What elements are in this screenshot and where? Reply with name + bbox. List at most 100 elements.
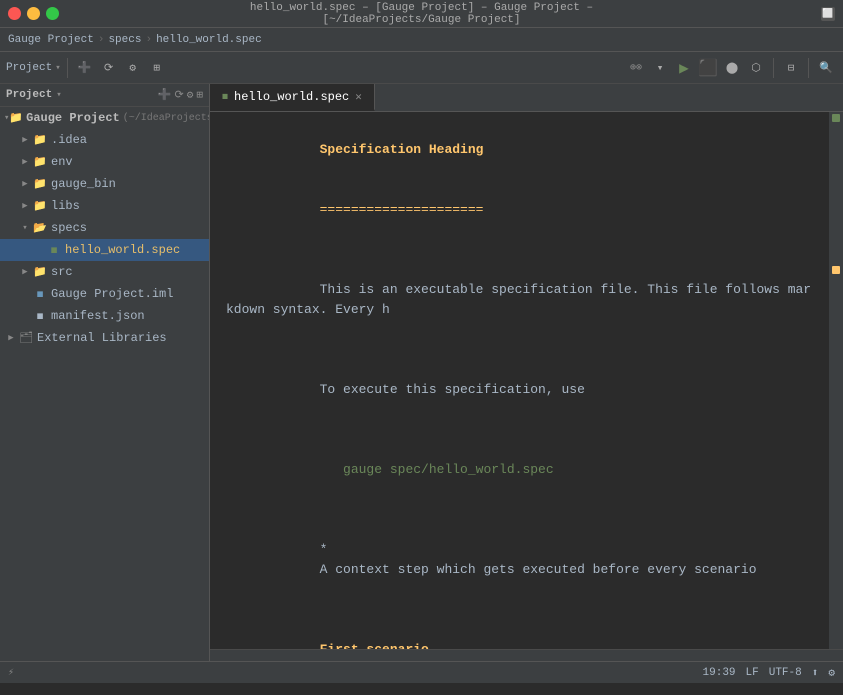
sidebar-item-manifest-json[interactable]: ▶ ◼ manifest.json	[0, 305, 209, 327]
status-encoding: UTF-8	[769, 667, 802, 679]
sidebar-item-idea[interactable]: ▶ 📁 .idea	[0, 129, 209, 151]
folder-icon-src: 📁	[32, 264, 48, 280]
editor-line-12: First scenario	[210, 620, 829, 649]
sidebar-item-specs[interactable]: ▾ 📂 specs	[0, 217, 209, 239]
add-icon[interactable]: ➕	[74, 57, 96, 79]
folder-icon-gauge-bin: 📁	[32, 176, 48, 192]
breadcrumb: Gauge Project › specs › hello_world.spec	[0, 28, 843, 52]
coverage-button[interactable]: ⬤	[721, 57, 743, 79]
run-button[interactable]: ▶	[673, 57, 695, 79]
breadcrumb-file[interactable]: hello_world.spec	[156, 34, 262, 46]
editor-line-4: This is an executable specification file…	[210, 260, 829, 340]
toolbar-project-label: Project ▾	[6, 62, 61, 74]
iml-file-icon: ◼	[32, 286, 48, 302]
close-button[interactable]	[8, 7, 21, 20]
chevron-down-icon[interactable]: ▾	[55, 63, 60, 73]
window-resize-btn[interactable]: ⬜	[821, 7, 835, 21]
sidebar-add-icon[interactable]: ➕	[158, 88, 172, 102]
status-bar: ⚡ 19:39 LF UTF-8 ⬆ ⚙	[0, 661, 843, 683]
breadcrumb-project[interactable]: Gauge Project	[8, 34, 94, 46]
tab-close-button[interactable]: ✕	[355, 90, 362, 104]
line-text-9	[210, 500, 829, 520]
expand-arrow-idea: ▶	[18, 133, 32, 147]
dropdown-icon[interactable]: ▾	[649, 57, 671, 79]
traffic-lights[interactable]	[8, 7, 59, 20]
editor-line-6: To execute this specification, use	[210, 360, 829, 420]
editor-line-5	[210, 340, 829, 360]
external-libraries-icon: 🗂	[18, 330, 34, 346]
chevron-down-icon-sidebar[interactable]: ▾	[56, 90, 61, 100]
sidebar-item-hello-world-spec[interactable]: ▶ ◼ hello_world.spec	[0, 239, 209, 261]
tab-hello-world-spec[interactable]: ◼ hello_world.spec ✕	[210, 84, 375, 111]
status-line-ending: LF	[746, 667, 759, 679]
minimize-button[interactable]	[27, 7, 40, 20]
sidebar-item-libs[interactable]: ▶ 📁 libs	[0, 195, 209, 217]
expand-arrow-src: ▶	[18, 265, 32, 279]
line-text-2: =====================	[210, 180, 829, 240]
sidebar-sync-icon[interactable]: ⟳	[175, 88, 184, 102]
sidebar-item-env[interactable]: ▶ 📁 env	[0, 151, 209, 173]
tab-spec-icon: ◼	[222, 91, 228, 103]
git-icon[interactable]: ⬆	[812, 666, 819, 680]
editor-with-margin: Specification Heading ==================…	[210, 112, 843, 649]
expand-arrow-ext-libs: ▶	[4, 331, 18, 345]
editor-line-8: gauge spec/hello_world.spec	[210, 440, 829, 500]
sync-icon[interactable]: ⟳	[98, 57, 120, 79]
editor-content[interactable]: Specification Heading ==================…	[210, 112, 829, 649]
expand-arrow-env: ▶	[18, 155, 32, 169]
maximize-button[interactable]	[46, 7, 59, 20]
sidebar-item-gauge-project-iml[interactable]: ▶ ◼ Gauge Project.iml	[0, 283, 209, 305]
search-button[interactable]: 🔍	[815, 57, 837, 79]
profile-button[interactable]: ⬡	[745, 57, 767, 79]
debug-button[interactable]: ⬛	[697, 57, 719, 79]
layout-toggle-button[interactable]: ⊟	[780, 57, 802, 79]
toolbar-separator-1	[67, 58, 68, 78]
editor-line-2: =====================	[210, 180, 829, 240]
line-text-6: To execute this specification, use	[210, 360, 829, 420]
editor-line-9	[210, 500, 829, 520]
expand-arrow-specs: ▾	[18, 221, 32, 235]
sidebar-item-gauge-project[interactable]: ▾ 📁 Gauge Project (~/IdeaProjects...	[0, 107, 209, 129]
margin-mark-1	[832, 114, 840, 122]
sidebar-header: Project ▾ ➕ ⟳ ⚙ ⊞	[0, 84, 209, 107]
line-text-5	[210, 340, 829, 360]
spec-file-icon: ◼	[46, 242, 62, 258]
tab-label: hello_world.spec	[234, 90, 349, 104]
folder-icon-idea: 📁	[32, 132, 48, 148]
line-text-8: gauge spec/hello_world.spec	[210, 440, 829, 500]
expand-arrow-libs: ▶	[18, 199, 32, 213]
expand-arrow-gauge-bin: ▶	[18, 177, 32, 191]
line-text-11	[210, 600, 829, 620]
editor-line-11	[210, 600, 829, 620]
settings-status-icon[interactable]: ⚙	[828, 666, 835, 680]
tab-bar: ◼ hello_world.spec ✕	[210, 84, 843, 112]
gauge-icon[interactable]: ⊕⊗	[625, 57, 647, 79]
sidebar: Project ▾ ➕ ⟳ ⚙ ⊞ ▾ 📁 Gauge Project (~/I…	[0, 84, 210, 661]
sidebar-item-gauge-bin[interactable]: ▶ 📁 gauge_bin	[0, 173, 209, 195]
toolbar: Project ▾ ➕ ⟳ ⚙ ⊞ ⊕⊗ ▾ ▶ ⬛ ⬤ ⬡ ⊟ 🔍	[0, 52, 843, 84]
main-layout: Project ▾ ➕ ⟳ ⚙ ⊞ ▾ 📁 Gauge Project (~/I…	[0, 84, 843, 661]
sidebar-item-src[interactable]: ▶ 📁 src	[0, 261, 209, 283]
toolbar-separator-2	[773, 58, 774, 78]
line-text-10: * A context step which gets executed bef…	[210, 520, 829, 600]
layout-icon[interactable]: ⊞	[146, 57, 168, 79]
line-text-1: Specification Heading	[210, 120, 829, 180]
settings-icon[interactable]: ⚙	[122, 57, 144, 79]
breadcrumb-folder[interactable]: specs	[108, 34, 141, 46]
breadcrumb-sep-1: ›	[98, 34, 105, 46]
folder-icon-env: 📁	[32, 154, 48, 170]
title-bar: hello_world.spec – [Gauge Project] – Gau…	[0, 0, 843, 28]
breadcrumb-sep-2: ›	[145, 34, 152, 46]
toolbar-project-section: Project ▾	[6, 62, 61, 74]
margin-mark-2	[829, 264, 843, 276]
editor-line-3	[210, 240, 829, 260]
editor-area: ◼ hello_world.spec ✕ Specification Headi…	[210, 84, 843, 661]
sidebar-item-external-libraries[interactable]: ▶ 🗂 External Libraries	[0, 327, 209, 349]
json-file-icon: ◼	[32, 308, 48, 324]
editor-horizontal-scrollbar[interactable]	[210, 649, 843, 661]
line-text-7	[210, 420, 829, 440]
folder-open-icon: 📁	[9, 110, 23, 126]
sidebar-layout-icon[interactable]: ⊞	[196, 88, 203, 102]
window-title: hello_world.spec – [Gauge Project] – Gau…	[211, 2, 633, 26]
sidebar-gear-icon[interactable]: ⚙	[187, 88, 194, 102]
